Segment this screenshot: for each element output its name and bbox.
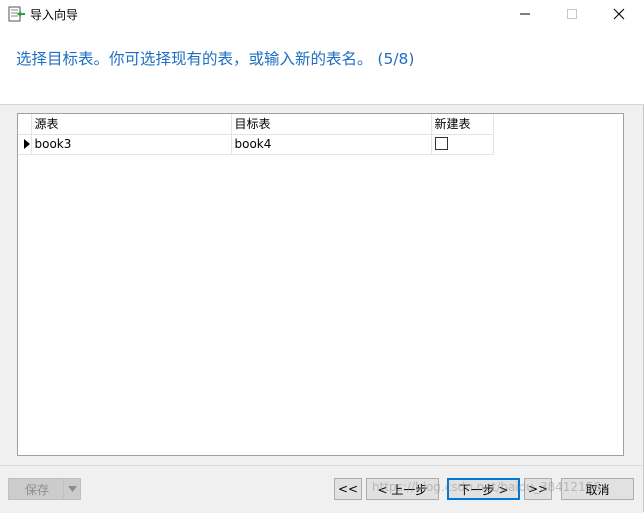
save-dropdown-arrow[interactable] [63,479,80,499]
table-row[interactable]: book3 book4 [18,134,494,155]
target-table-cell[interactable]: book4 [231,134,432,155]
wizard-header: 选择目标表。你可选择现有的表，或输入新的表名。 (5/8) [0,28,644,105]
window-title: 导入向导 [30,8,79,22]
chevron-down-icon [67,486,77,492]
maximize-icon [567,9,577,19]
import-wizard-window: 导入向导 选择目标表。你可选择现有的表，或输入新的表名。 (5/8) 源表 目标… [0,0,644,513]
column-header-target[interactable]: 目标表 [231,114,432,135]
column-header-new-table[interactable]: 新建表 [431,114,494,135]
minimize-icon [520,13,530,15]
close-icon [613,8,625,20]
first-step-button[interactable]: << [334,478,362,500]
close-button[interactable] [596,0,642,28]
current-row-pointer-icon [24,139,30,149]
minimize-button[interactable] [502,0,548,28]
step-instruction: 选择目标表。你可选择现有的表，或输入新的表名。 (5/8) [16,50,415,68]
maximize-button [549,0,595,28]
mapping-table: 源表 目标表 新建表 book3 book4 [18,114,494,155]
next-step-label: 下一步 > [458,482,509,497]
last-step-label: >> [527,482,549,496]
save-button[interactable]: 保存 [8,478,81,500]
row-indicator [18,134,32,155]
next-step-button[interactable]: 下一步 > [447,478,520,500]
table-mapping-grid[interactable]: 源表 目标表 新建表 book3 book4 [17,113,624,456]
last-step-button[interactable]: >> [524,478,552,500]
source-table-cell: book3 [31,134,232,155]
cancel-label: 取消 [585,482,610,497]
new-table-checkbox[interactable] [434,137,448,150]
cancel-button[interactable]: 取消 [561,478,634,500]
wizard-footer: 保存 << < 上一步 下一步 > >> 取消 [0,465,643,513]
header-row: 源表 目标表 新建表 [18,114,494,135]
column-header-source[interactable]: 源表 [31,114,232,135]
previous-step-button[interactable]: < 上一步 [366,478,439,500]
import-wizard-icon [8,5,26,23]
new-table-cell [431,134,494,155]
previous-step-label: < 上一步 [377,482,428,497]
row-indicator-header [18,114,32,135]
first-step-label: << [337,482,359,496]
save-button-label: 保存 [25,482,50,497]
title-bar[interactable]: 导入向导 [0,0,644,28]
wizard-content: 源表 目标表 新建表 book3 book4 [0,105,643,465]
